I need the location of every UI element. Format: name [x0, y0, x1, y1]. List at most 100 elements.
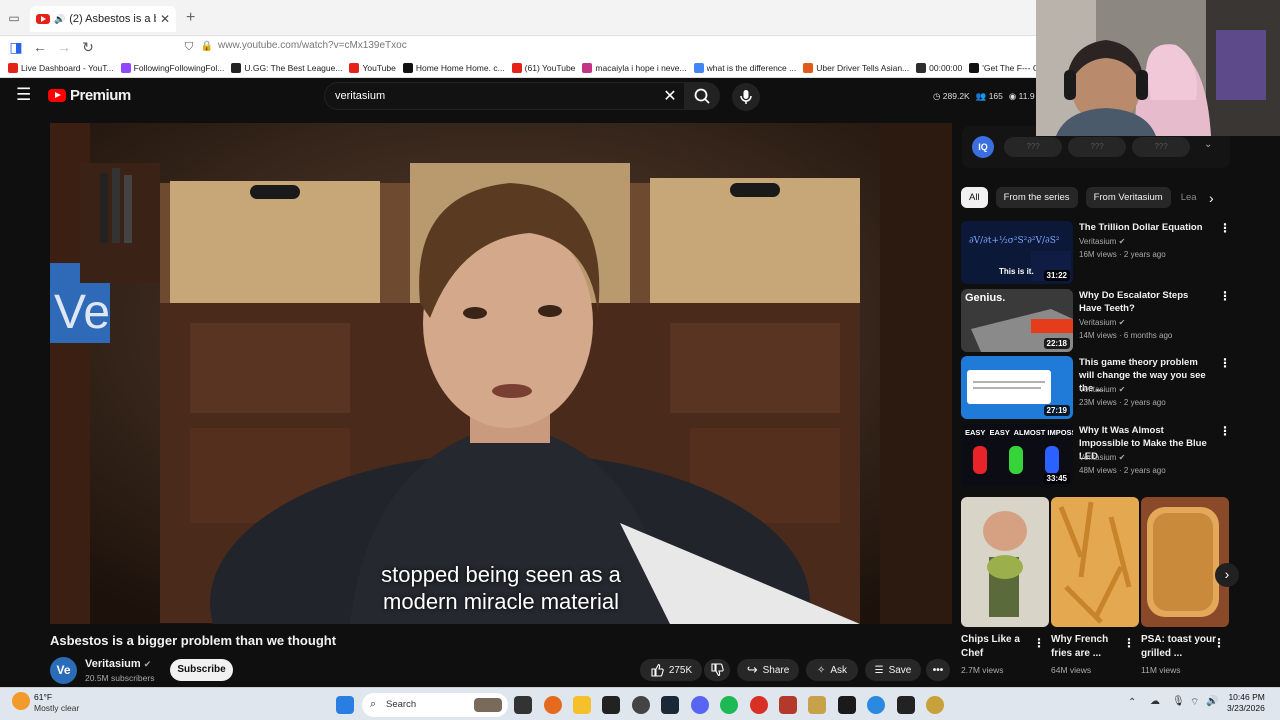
start-icon[interactable] — [336, 696, 354, 714]
chevron-down-icon[interactable]: ⌄ — [1204, 139, 1212, 150]
bookmark-item[interactable]: Uber Driver Tells Asian... — [803, 62, 909, 73]
like-button[interactable]: 275K — [640, 659, 702, 681]
short-title[interactable]: Chips Like a Chef — [961, 633, 1037, 661]
short-thumbnail[interactable] — [1051, 497, 1139, 627]
spotify-icon[interactable] — [720, 696, 738, 714]
share-button[interactable]: ↪ Share — [737, 659, 799, 681]
back-button[interactable]: ← — [31, 38, 49, 56]
close-tab-icon[interactable]: ✕ — [160, 12, 170, 26]
ask-button[interactable]: ✧ Ask — [806, 659, 858, 681]
app-icon[interactable] — [602, 696, 620, 714]
video-thumbnail[interactable]: ∂V/∂t+½σ²S²∂²V/∂S² This is it. 31:22 — [961, 221, 1073, 284]
app-icon[interactable] — [897, 696, 915, 714]
short-title[interactable]: Why French fries are ... — [1051, 633, 1127, 661]
system-clock[interactable]: 10:46 PM 3/23/2026 — [1227, 692, 1265, 714]
more-vertical-icon[interactable]: ⋮ — [1033, 636, 1045, 650]
chip-partial[interactable]: Lea — [1179, 187, 1203, 208]
bookmark-item[interactable]: U.GG: The Best League... — [231, 62, 342, 73]
bookmark-item[interactable]: (61) YouTube — [511, 62, 575, 73]
search-button[interactable] — [684, 82, 720, 110]
subscribe-button[interactable]: Subscribe — [170, 659, 233, 681]
short-image — [1051, 497, 1139, 627]
chevron-right-icon[interactable]: › — [1209, 190, 1214, 206]
more-vertical-icon[interactable]: ⋮ — [1123, 636, 1135, 650]
bookmark-item[interactable]: what is the difference ... — [693, 62, 797, 73]
app-icon[interactable] — [838, 696, 856, 714]
recommendation-item[interactable]: 27:19 This game theory problem will chan… — [961, 356, 1231, 420]
shorts-next-button[interactable]: › — [1215, 563, 1239, 587]
bookmark-item[interactable]: Home Home Home. c... — [402, 62, 505, 73]
app-icon[interactable] — [926, 696, 944, 714]
more-vertical-icon[interactable]: ⋮ — [1219, 356, 1231, 370]
bookmark-item[interactable]: 00:00:00 — [916, 62, 962, 73]
youtube-logo[interactable]: Premium — [48, 87, 131, 104]
bookmark-label: what is the difference ... — [706, 62, 797, 73]
iq-option[interactable]: ??? — [1068, 137, 1126, 157]
tab-actions-icon[interactable]: ▭ — [6, 10, 22, 26]
steam-icon[interactable] — [661, 696, 679, 714]
save-button[interactable]: ☰ Save — [865, 659, 921, 681]
more-actions-button[interactable]: ••• — [926, 659, 950, 681]
iq-option[interactable]: ??? — [1004, 137, 1062, 157]
clear-search-icon[interactable]: ✕ — [660, 86, 680, 106]
menu-icon[interactable]: ☰ — [16, 86, 34, 103]
short-thumbnail[interactable] — [1141, 497, 1229, 627]
address-bar[interactable]: www.youtube.com/watch?v=cMx139eTxoc — [218, 40, 407, 51]
dislike-button[interactable] — [704, 659, 730, 681]
network-icon[interactable]: ☁ — [1150, 696, 1160, 707]
recommendation-item[interactable]: Genius. 22:18 Why Do Escalator Steps Hav… — [961, 289, 1231, 353]
short-thumbnail[interactable] — [961, 497, 1049, 627]
recommendation-item[interactable]: EASY EASY ALMOST IMPOSSIBLE 33:45 Why It… — [961, 424, 1231, 488]
voice-search-button[interactable] — [732, 83, 760, 111]
more-vertical-icon[interactable]: ⋮ — [1219, 289, 1231, 303]
file-explorer-icon[interactable] — [573, 696, 591, 714]
new-tab-button[interactable]: + — [186, 10, 195, 26]
video-thumbnail[interactable]: EASY EASY ALMOST IMPOSSIBLE 33:45 — [961, 424, 1073, 487]
chip-all[interactable]: All — [961, 187, 988, 208]
short-title[interactable]: PSA: toast your grilled ... — [1141, 633, 1217, 661]
forward-button[interactable]: → — [55, 38, 73, 56]
chip-from-series[interactable]: From the series — [995, 187, 1078, 208]
more-vertical-icon[interactable]: ⋮ — [1219, 424, 1231, 438]
lock-icon[interactable]: 🔒 — [198, 38, 216, 56]
app-icon[interactable] — [779, 696, 797, 714]
verified-icon: ✔ — [1118, 385, 1126, 394]
microphone-icon[interactable]: 🎙 — [1172, 696, 1185, 707]
bookmark-item[interactable]: macaiyla i hope i neve... — [582, 62, 687, 73]
app-icon[interactable] — [750, 696, 768, 714]
chevron-up-icon[interactable]: ⌃ — [1128, 697, 1136, 708]
channel-avatar[interactable]: Ve — [50, 657, 77, 684]
firefox-icon[interactable] — [544, 696, 562, 714]
weather-temperature[interactable]: 61°F — [34, 692, 52, 702]
recommendation-channel: Veritasium ✔ — [1079, 385, 1126, 394]
shield-icon[interactable]: ⛉ — [180, 38, 198, 56]
bookmark-item[interactable]: FollowingFollowingFol... — [120, 62, 224, 73]
reload-button[interactable]: ↻ — [79, 38, 97, 56]
volume-icon[interactable]: 🔊 — [1206, 696, 1218, 707]
iq-option[interactable]: ??? — [1132, 137, 1190, 157]
recommendation-item[interactable]: ∂V/∂t+½σ²S²∂²V/∂S² This is it. 31:22 The… — [961, 221, 1231, 285]
discord-icon[interactable] — [691, 696, 709, 714]
video-thumbnail[interactable]: 27:19 — [961, 356, 1073, 419]
more-vertical-icon[interactable]: ⋮ — [1219, 221, 1231, 235]
bookmark-item[interactable]: 'Get The F--- Out Of M — [969, 62, 1036, 73]
bookmark-item[interactable]: YouTube — [349, 62, 396, 73]
wifi-icon[interactable]: ⌔ — [1190, 696, 1199, 709]
video-thumbnail[interactable]: Genius. 22:18 — [961, 289, 1073, 352]
app-icon[interactable] — [808, 696, 826, 714]
obs-icon[interactable] — [632, 696, 650, 714]
search-input[interactable]: veritasium — [324, 82, 688, 110]
chip-from-veritasium[interactable]: From Veritasium — [1085, 187, 1171, 208]
channel-name[interactable]: Veritasium ✔ — [85, 658, 151, 670]
browser-tab[interactable]: 🔊 (2) Asbestos is a bigger pro ✕ — [30, 6, 176, 32]
widget-icon[interactable] — [474, 698, 502, 712]
edge-icon[interactable] — [867, 696, 885, 714]
audio-playing-icon[interactable]: 🔊 — [54, 14, 65, 25]
sidebar-toggle-icon[interactable]: ◨ — [7, 38, 25, 56]
video-player[interactable]: Ve stopped being seen as a modern miracl… — [50, 123, 952, 624]
more-vertical-icon[interactable]: ⋮ — [1213, 636, 1225, 650]
bookmark-item[interactable]: Live Dashboard - YouT... — [8, 62, 114, 73]
weather-icon[interactable] — [12, 692, 30, 710]
task-view-icon[interactable] — [514, 696, 532, 714]
iq-badge[interactable]: IQ — [972, 136, 994, 158]
